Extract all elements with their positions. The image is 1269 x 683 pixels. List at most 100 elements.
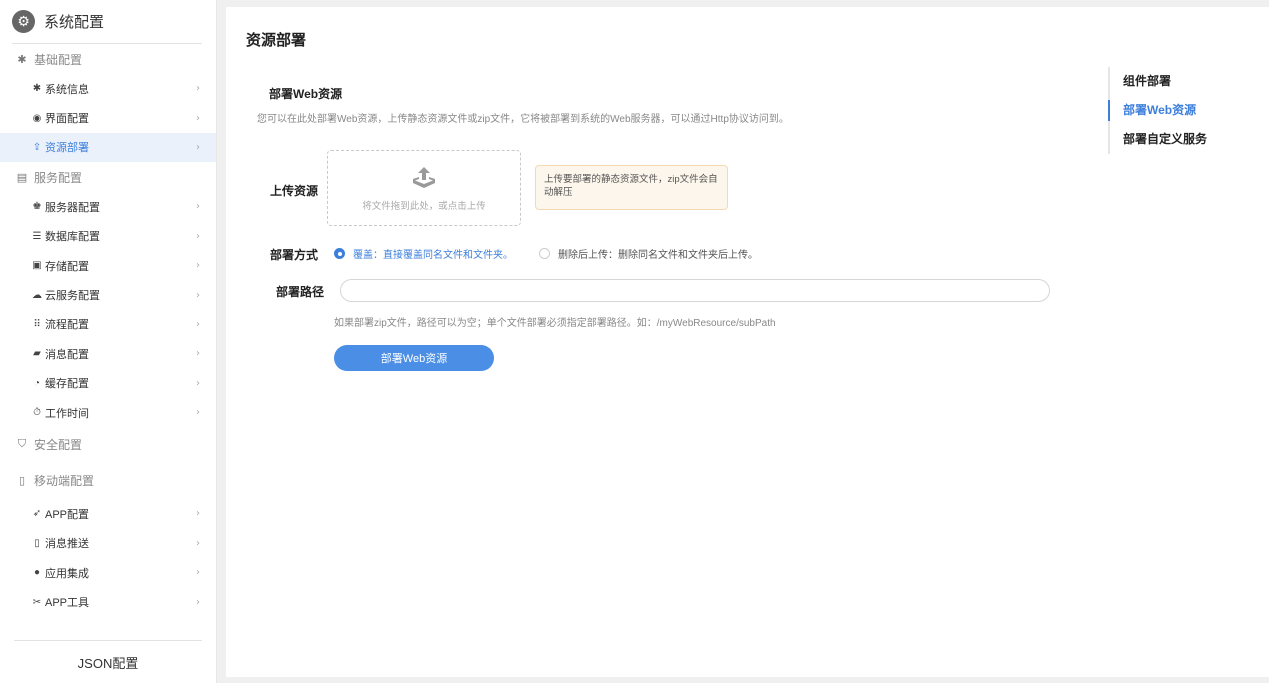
chevron-right-icon: › bbox=[196, 377, 200, 389]
chevron-right-icon: › bbox=[196, 407, 200, 419]
mobile-icon: ▯ bbox=[18, 474, 26, 487]
server-icon: ♚ bbox=[32, 201, 42, 213]
sidebar-item-app-config[interactable]: ➶ APP配置 › bbox=[0, 499, 216, 528]
chevron-right-icon: › bbox=[196, 537, 200, 549]
section-description: 您可以在此处部署Web资源，上传静态资源文件或zip文件，它将被部署到系统的We… bbox=[257, 114, 789, 125]
tools-icon: ✂ bbox=[32, 596, 42, 608]
chevron-right-icon: › bbox=[196, 260, 200, 272]
chevron-right-icon: › bbox=[196, 567, 200, 579]
sidebar-item-message-push[interactable]: ▯ 消息推送 › bbox=[0, 529, 216, 558]
settings-logo-icon: ⚙ bbox=[12, 10, 35, 33]
deploy-path-hint: 如果部署zip文件，路径可以为空；单个文件部署必须指定部署路径。如：/myWeb… bbox=[334, 318, 776, 329]
group-label: 基础配置 bbox=[34, 52, 83, 67]
radio-label: 覆盖：直接覆盖同名文件和文件夹。 bbox=[353, 250, 513, 261]
sidebar-item-label: 消息配置 bbox=[45, 348, 89, 361]
anchor-custom-service-deploy[interactable]: 部署自定义服务 bbox=[1110, 125, 1248, 154]
sidebar-item-label: 流程配置 bbox=[45, 319, 89, 332]
chevron-right-icon: › bbox=[196, 318, 200, 330]
gear-icon: ✱ bbox=[32, 83, 42, 95]
radio-label: 删除后上传：删除同名文件和文件夹后上传。 bbox=[558, 250, 758, 261]
chevron-right-icon: › bbox=[196, 141, 200, 153]
upload-icon bbox=[413, 166, 435, 188]
sidebar-item-cloud-config[interactable]: ☁ 云服务配置 › bbox=[0, 280, 216, 309]
radio-circle[interactable] bbox=[334, 248, 345, 259]
storage-icon: ▣ bbox=[32, 260, 42, 272]
radio-overwrite[interactable]: 覆盖：直接覆盖同名文件和文件夹。 bbox=[334, 246, 513, 261]
sidebar-item-label: 界面配置 bbox=[45, 113, 89, 126]
sidebar-item-label: 云服务配置 bbox=[45, 290, 100, 303]
page-title: 资源部署 bbox=[246, 32, 307, 49]
deploy-path-input[interactable] bbox=[340, 279, 1050, 302]
sidebar-item-system-info[interactable]: ✱ 系统信息 › bbox=[0, 74, 216, 103]
group-label: 移动端配置 bbox=[34, 473, 95, 488]
message-icon: ▰ bbox=[33, 348, 41, 360]
upload-drop-text: 将文件拖到此处，或点击上传 bbox=[362, 200, 486, 212]
chevron-right-icon: › bbox=[196, 348, 200, 360]
sidebar-item-label: 存储配置 bbox=[45, 260, 89, 273]
group-security-config[interactable]: ⛉ 安全配置 bbox=[0, 427, 216, 461]
group-mobile-config[interactable]: ▯ 移动端配置 bbox=[0, 461, 216, 499]
sidebar-item-label: 缓存配置 bbox=[45, 378, 89, 391]
upload-dropzone[interactable]: 将文件拖到此处，或点击上传 bbox=[327, 150, 521, 226]
deploy-mode-label: 部署方式 bbox=[269, 248, 318, 262]
chevron-right-icon: › bbox=[196, 112, 200, 124]
integration-icon: ● bbox=[33, 567, 41, 579]
sidebar: ⚙ 系统配置 ✱ 基础配置 ✱ 系统信息 › ◉ 界面配置 › ⇪ 资源部署 ›… bbox=[0, 0, 217, 683]
sidebar-item-resource-deploy[interactable]: ⇪ 资源部署 › bbox=[0, 132, 216, 163]
sidebar-item-label: 服务器配置 bbox=[45, 201, 100, 214]
radio-delete-then-upload[interactable]: 删除后上传：删除同名文件和文件夹后上传。 bbox=[539, 246, 758, 261]
deploy-path-label: 部署路径 bbox=[275, 285, 324, 299]
cache-icon: ◔ bbox=[33, 377, 41, 389]
sidebar-item-server-config[interactable]: ♚ 服务器配置 › bbox=[0, 192, 216, 221]
sidebar-item-label: 系统信息 bbox=[45, 83, 89, 96]
chevron-right-icon: › bbox=[196, 596, 200, 608]
sidebar-item-label: 消息推送 bbox=[45, 538, 89, 551]
database-icon: ☰ bbox=[32, 230, 42, 242]
upload-label: 上传资源 bbox=[269, 184, 318, 198]
json-config-link[interactable]: JSON配置 bbox=[14, 640, 202, 683]
chevron-right-icon: › bbox=[196, 289, 200, 301]
sidebar-item-cache-config[interactable]: ◔ 缓存配置 › bbox=[0, 369, 216, 398]
chevron-right-icon: › bbox=[196, 201, 200, 213]
section-title: 部署Web资源 bbox=[269, 87, 343, 101]
sidebar-item-flow-config[interactable]: ⠿ 流程配置 › bbox=[0, 310, 216, 339]
main-panel: 资源部署 部署Web资源 您可以在此处部署Web资源，上传静态资源文件或zip文… bbox=[226, 7, 1269, 677]
sidebar-item-database-config[interactable]: ☰ 数据库配置 › bbox=[0, 222, 216, 251]
sidebar-item-label: 资源部署 bbox=[45, 142, 89, 155]
flow-icon: ⠿ bbox=[33, 318, 41, 330]
chevron-right-icon: › bbox=[196, 508, 200, 520]
cloud-icon: ☁ bbox=[32, 289, 42, 301]
sidebar-item-label: 工作时间 bbox=[45, 407, 89, 420]
timer-icon: ⏱ bbox=[33, 407, 41, 419]
group-service-config[interactable]: ▤ 服务配置 bbox=[0, 162, 216, 192]
chevron-right-icon: › bbox=[196, 83, 200, 95]
group-label: 安全配置 bbox=[34, 437, 83, 452]
deploy-web-resource-button[interactable]: 部署Web资源 bbox=[334, 345, 494, 371]
anchor-nav: 组件部署 部署Web资源 部署自定义服务 bbox=[1108, 67, 1248, 154]
palette-icon: ◉ bbox=[32, 112, 42, 124]
sidebar-header: ⚙ 系统配置 bbox=[12, 0, 202, 44]
anchor-web-resource-deploy[interactable]: 部署Web资源 bbox=[1108, 96, 1248, 125]
upload-tip: 上传要部署的静态资源文件，zip文件会自动解压 bbox=[535, 165, 728, 210]
sidebar-item-storage-config[interactable]: ▣ 存储配置 › bbox=[0, 251, 216, 280]
sidebar-item-label: APP工具 bbox=[45, 597, 90, 610]
gear-icon: ✱ bbox=[17, 53, 27, 66]
group-label: 服务配置 bbox=[34, 170, 83, 185]
group-basic-config[interactable]: ✱ 基础配置 bbox=[0, 44, 216, 74]
rocket-icon: ➶ bbox=[32, 508, 42, 520]
shield-icon: ⛉ bbox=[17, 437, 27, 450]
chevron-right-icon: › bbox=[196, 230, 200, 242]
sidebar-item-ui-config[interactable]: ◉ 界面配置 › bbox=[0, 103, 216, 132]
server-group-icon: ▤ bbox=[16, 171, 28, 184]
sidebar-item-app-integration[interactable]: ● 应用集成 › bbox=[0, 558, 216, 587]
sidebar-item-label: 数据库配置 bbox=[45, 231, 100, 244]
deploy-icon: ⇪ bbox=[32, 141, 42, 153]
sidebar-title: 系统配置 bbox=[44, 14, 105, 31]
sidebar-item-label: APP配置 bbox=[45, 508, 90, 521]
sidebar-item-app-tools[interactable]: ✂ APP工具 › bbox=[0, 587, 216, 616]
push-icon: ▯ bbox=[34, 537, 40, 549]
sidebar-item-work-time[interactable]: ⏱ 工作时间 › bbox=[0, 398, 216, 427]
sidebar-item-message-config[interactable]: ▰ 消息配置 › bbox=[0, 339, 216, 368]
radio-circle[interactable] bbox=[539, 248, 550, 259]
anchor-component-deploy[interactable]: 组件部署 bbox=[1110, 67, 1248, 96]
